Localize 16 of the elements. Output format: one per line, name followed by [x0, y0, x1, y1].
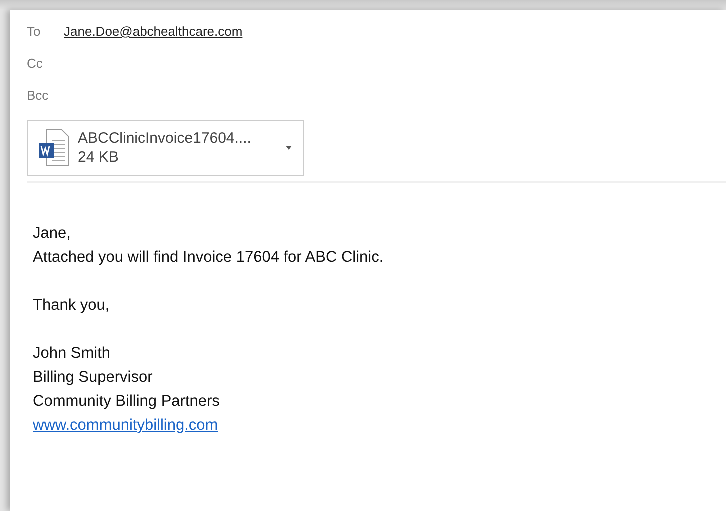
message-line: Attached you will find Invoice 17604 for ABC Clinic.: [33, 248, 385, 268]
message-line: Community Billing Partners: [33, 392, 221, 412]
field-label: Bcc: [27, 88, 50, 103]
recipient-address[interactable]: Jane.Doe@abchealthcare.com: [64, 24, 243, 39]
message-line: John Smith: [33, 344, 112, 364]
word-document-icon: [38, 129, 70, 167]
website-link[interactable]: www.communitybilling.com: [33, 417, 218, 434]
field-label: To: [27, 24, 42, 39]
message-line: Thank you,: [33, 296, 111, 316]
caret-icon[interactable]: [285, 145, 293, 151]
attachment-name: ABCClinicInvoice17604....: [78, 130, 252, 147]
attachment-size: 24 KB: [78, 149, 120, 166]
field-label: Cc: [27, 56, 44, 71]
message-line: Billing Supervisor: [33, 368, 154, 388]
attachment-card[interactable]: ABCClinicInvoice17604.... 24 KB: [27, 120, 304, 176]
message-line: Jane,: [33, 224, 72, 244]
